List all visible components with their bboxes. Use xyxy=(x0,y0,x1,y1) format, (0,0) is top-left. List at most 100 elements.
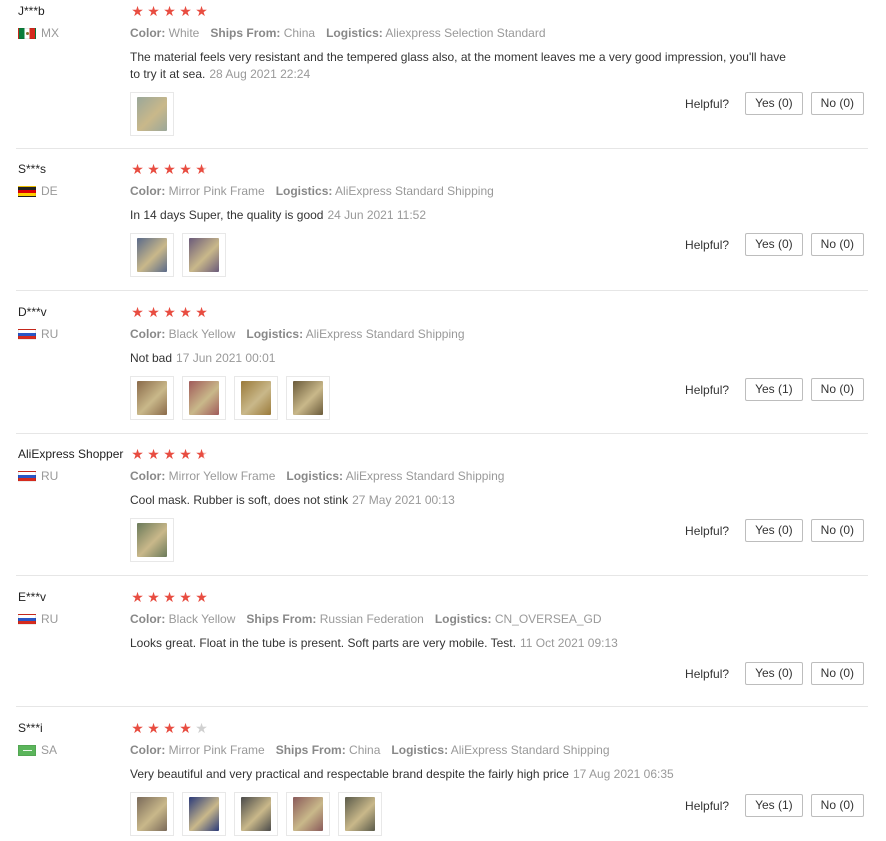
star-icon: ★ xyxy=(147,720,160,736)
review-photo[interactable] xyxy=(130,92,174,136)
photo-thumbnail xyxy=(137,797,167,831)
helpful-no-button[interactable]: No (0) xyxy=(810,519,864,542)
attr-color: Color: Black Yellow xyxy=(130,327,235,341)
review-photo[interactable] xyxy=(286,792,330,836)
review-photo[interactable] xyxy=(182,792,226,836)
star-icon: ★ xyxy=(195,304,208,320)
helpful-no-button[interactable]: No (0) xyxy=(810,378,864,401)
reviewer-country: RU xyxy=(18,612,58,626)
review-photo[interactable] xyxy=(286,376,330,420)
attr-color: Color: Mirror Pink Frame xyxy=(130,743,265,757)
photo-thumbnail xyxy=(345,797,375,831)
attr-color: Color: Mirror Yellow Frame xyxy=(130,469,275,483)
helpful-yes-button[interactable]: Yes (0) xyxy=(745,233,803,256)
helpful-votes: Helpful? Yes (0) No (0) xyxy=(685,662,864,685)
star-icon: ★ xyxy=(179,304,192,320)
attr-color-label: Color: xyxy=(130,184,166,198)
rating-stars: ★ ★ ★ ★ ★ xyxy=(130,4,790,18)
photo-thumbnail xyxy=(137,381,167,415)
review-text: Very beautiful and very practical and re… xyxy=(130,766,790,783)
review-photo[interactable] xyxy=(130,233,174,277)
flag-icon xyxy=(18,613,36,625)
helpful-yes-button[interactable]: Yes (0) xyxy=(745,92,803,115)
reviewer-name: D***v xyxy=(18,305,47,319)
review-text: In 14 days Super, the quality is good 24 … xyxy=(130,207,790,224)
attr-color-label: Color: xyxy=(130,26,166,40)
country-code: SA xyxy=(41,743,58,757)
review-photo[interactable] xyxy=(182,376,226,420)
review-content: ★ ★ ★ ★ ★ Color: Mirror Pink Frame Ships From:… xyxy=(130,721,790,836)
attr-ships-from-value: Russian Federation xyxy=(319,612,424,626)
attr-color-value: Mirror Yellow Frame xyxy=(168,469,276,483)
rating-stars: ★ ★ ★ ★ ★ xyxy=(130,305,790,319)
reviewer-info: J***b MX xyxy=(18,4,59,40)
star-icon: ★ xyxy=(195,446,208,462)
helpful-yes-button[interactable]: Yes (1) xyxy=(745,794,803,817)
helpful-label: Helpful? xyxy=(685,237,730,252)
helpful-yes-button[interactable]: Yes (0) xyxy=(745,662,803,685)
country-code: RU xyxy=(41,469,59,483)
photo-thumbnail xyxy=(189,238,219,272)
attr-ships-from-value: China xyxy=(349,743,381,757)
review-content: ★ ★ ★ ★ ★ Color: White Ships From: China Logist… xyxy=(130,4,790,136)
photo-thumbnail xyxy=(293,797,323,831)
reviewer-country: DE xyxy=(18,184,58,198)
star-icon: ★ xyxy=(147,446,160,462)
star-icon: ★ xyxy=(131,3,144,19)
rating-stars: ★ ★ ★ ★ ★ xyxy=(130,590,790,604)
helpful-votes: Helpful? Yes (1) No (0) xyxy=(685,794,864,817)
attr-logistics-value: Aliexpress Selection Standard xyxy=(385,26,546,40)
helpful-label: Helpful? xyxy=(685,666,730,681)
review-photo[interactable] xyxy=(234,376,278,420)
review-photo[interactable] xyxy=(182,233,226,277)
photo-thumbnail xyxy=(241,797,271,831)
attr-logistics-label: Logistics: xyxy=(434,612,492,626)
helpful-no-button[interactable]: No (0) xyxy=(810,92,864,115)
review-photo[interactable] xyxy=(130,518,174,562)
helpful-no-button[interactable]: No (0) xyxy=(810,233,864,256)
star-icon: ★ xyxy=(179,720,192,736)
star-icon: ★ xyxy=(179,161,192,177)
photo-thumbnail xyxy=(137,238,167,272)
review-text: Looks great. Float in the tube is presen… xyxy=(130,635,790,652)
product-attributes: Color: Black Yellow Ships From: Russian F… xyxy=(130,612,790,626)
review-photo[interactable] xyxy=(130,792,174,836)
attr-logistics-label: Logistics: xyxy=(326,26,383,40)
attr-logistics: Logistics: AliExpress Standard Shipping xyxy=(286,469,504,483)
reviewer-info: S***s DE xyxy=(18,162,58,198)
helpful-no-button[interactable]: No (0) xyxy=(810,662,864,685)
attr-ships-from: Ships From: China xyxy=(276,743,381,757)
attr-color-value: Black Yellow xyxy=(168,612,236,626)
helpful-label: Helpful? xyxy=(685,96,730,111)
review-photo[interactable] xyxy=(338,792,382,836)
reviewer-info: S***i SA xyxy=(18,721,57,757)
review-body: In 14 days Super, the quality is good xyxy=(130,208,324,222)
star-icon: ★ xyxy=(195,589,208,605)
star-icon: ★ xyxy=(131,720,144,736)
review-date: 28 Aug 2021 22:24 xyxy=(209,67,311,81)
reviewer-name: J***b xyxy=(18,4,45,18)
attr-logistics-label: Logistics: xyxy=(391,743,449,757)
star-icon: ★ xyxy=(179,3,192,19)
reviewer-country: MX xyxy=(18,26,59,40)
review-photo[interactable] xyxy=(130,376,174,420)
attr-logistics-label: Logistics: xyxy=(246,327,304,341)
helpful-no-button[interactable]: No (0) xyxy=(810,794,864,817)
photo-thumbnail xyxy=(189,381,219,415)
helpful-label: Helpful? xyxy=(685,798,730,813)
review-date: 17 Jun 2021 00:01 xyxy=(176,351,276,365)
helpful-yes-button[interactable]: Yes (1) xyxy=(745,378,803,401)
attr-logistics: Logistics: CN_OVERSEA_GD xyxy=(435,612,602,626)
attr-logistics: Logistics: AliExpress Standard Shipping xyxy=(391,743,609,757)
helpful-votes: Helpful? Yes (0) No (0) xyxy=(685,519,864,542)
star-icon: ★ xyxy=(179,589,192,605)
star-icon: ★ xyxy=(163,720,176,736)
country-code: RU xyxy=(41,327,59,341)
star-icon: ★ xyxy=(147,589,160,605)
attr-color-label: Color: xyxy=(130,743,166,757)
star-icon: ★ xyxy=(131,161,144,177)
attr-logistics-value: CN_OVERSEA_GD xyxy=(494,612,602,626)
helpful-votes: Helpful? Yes (0) No (0) xyxy=(685,92,864,115)
review-photo[interactable] xyxy=(234,792,278,836)
helpful-yes-button[interactable]: Yes (0) xyxy=(745,519,803,542)
